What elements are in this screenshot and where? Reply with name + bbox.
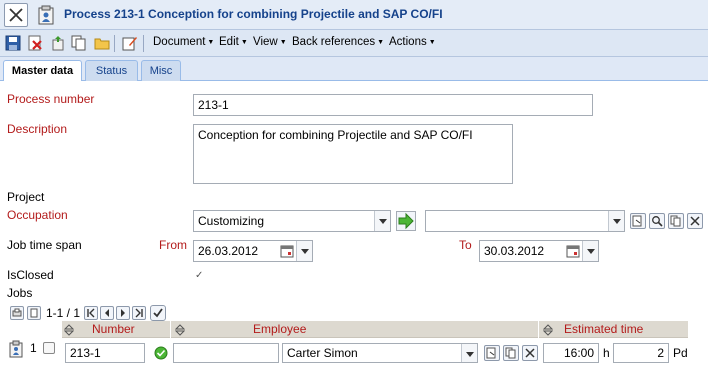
calendar-icon[interactable] bbox=[280, 244, 294, 258]
row-index: 1 bbox=[30, 341, 37, 355]
jobs-pager-text: 1-1 / 1 bbox=[46, 306, 81, 320]
menu-label: Document bbox=[153, 36, 206, 48]
delete-icon[interactable] bbox=[27, 35, 43, 51]
close-icon[interactable] bbox=[4, 3, 28, 27]
copy-employee-icon[interactable] bbox=[503, 345, 519, 361]
toolbar: Document ▼ Edit ▼ View ▼ Back references ▼ A… bbox=[0, 30, 708, 57]
clear-icon[interactable] bbox=[687, 213, 703, 229]
folder-icon[interactable] bbox=[94, 35, 110, 51]
menu-label: View bbox=[253, 36, 278, 48]
open-employee-icon[interactable] bbox=[484, 345, 500, 361]
job-time-span-label: Job time span bbox=[7, 238, 82, 252]
menu-edit[interactable]: Edit ▼ bbox=[219, 36, 248, 48]
time-unit-label: h bbox=[603, 346, 610, 360]
description-label: Description bbox=[7, 122, 68, 136]
next-page-icon[interactable] bbox=[116, 306, 130, 320]
estimated-days-input[interactable]: 2 bbox=[613, 343, 669, 363]
menu-label: Actions bbox=[389, 36, 427, 48]
tab-status[interactable]: Status bbox=[85, 60, 138, 81]
to-date-value: 30.03.2012 bbox=[484, 244, 545, 258]
sort-icon[interactable] bbox=[543, 324, 553, 336]
from-date-input[interactable]: 26.03.2012 bbox=[193, 240, 313, 262]
clear-employee-icon[interactable] bbox=[522, 345, 538, 361]
last-page-icon[interactable] bbox=[132, 306, 146, 320]
job-row-icon[interactable] bbox=[8, 340, 24, 358]
title-bar: Process 213-1 Conception for combining P… bbox=[0, 0, 708, 30]
check-circle-icon bbox=[154, 346, 168, 360]
print-icon[interactable] bbox=[10, 306, 24, 320]
process-number-input[interactable]: 213-1 bbox=[193, 94, 593, 116]
save-icon[interactable] bbox=[5, 35, 21, 51]
jobs-grid-header: Number Employee Estimated time bbox=[62, 321, 688, 338]
process-number-label: Process number bbox=[7, 92, 95, 106]
open-reference-icon[interactable] bbox=[630, 213, 646, 229]
copy-icon[interactable] bbox=[71, 35, 87, 51]
job-number-input[interactable]: 213-1 bbox=[65, 343, 145, 363]
column-estimated-time[interactable]: Estimated time bbox=[564, 322, 643, 336]
tab-strip: Master data Status Misc bbox=[0, 57, 708, 82]
column-divider bbox=[170, 321, 171, 338]
project-label: Project bbox=[7, 190, 45, 204]
process-icon bbox=[36, 5, 56, 25]
menu-back-references[interactable]: Back references ▼ bbox=[292, 36, 384, 48]
isclosed-label: IsClosed bbox=[7, 268, 54, 282]
edit-icon[interactable] bbox=[122, 35, 138, 51]
chevron-down-icon[interactable] bbox=[296, 241, 312, 261]
menu-document[interactable]: Document ▼ bbox=[153, 36, 214, 48]
from-date-value: 26.03.2012 bbox=[198, 244, 259, 258]
occupation-detail-select[interactable] bbox=[425, 210, 625, 232]
chevron-down-icon[interactable] bbox=[374, 211, 390, 231]
employee-value: Carter Simon bbox=[287, 346, 358, 360]
copy-reference-icon[interactable] bbox=[668, 213, 684, 229]
occupation-value: Customizing bbox=[198, 214, 265, 228]
chevron-down-icon[interactable] bbox=[582, 241, 598, 261]
confirm-check-icon[interactable] bbox=[150, 305, 166, 321]
arrow-right-icon[interactable] bbox=[396, 211, 416, 231]
chevron-down-icon[interactable] bbox=[461, 344, 477, 362]
employee-select[interactable]: Carter Simon bbox=[282, 343, 478, 363]
tab-master-data[interactable]: Master data bbox=[3, 60, 82, 82]
occupation-label: Occupation bbox=[7, 208, 68, 222]
isclosed-checkbox[interactable]: ✓ bbox=[195, 270, 203, 281]
toolbar-separator bbox=[143, 35, 144, 52]
sort-icon[interactable] bbox=[175, 324, 185, 336]
document-icon[interactable] bbox=[27, 306, 41, 320]
sort-icon[interactable] bbox=[64, 324, 74, 336]
menu-actions[interactable]: Actions ▼ bbox=[389, 36, 436, 48]
row-select-checkbox[interactable] bbox=[43, 342, 55, 354]
to-date-input[interactable]: 30.03.2012 bbox=[479, 240, 599, 262]
calendar-icon[interactable] bbox=[566, 244, 580, 258]
window-title: Process 213-1 Conception for combining P… bbox=[64, 7, 443, 21]
days-unit-label: Pd bbox=[673, 346, 688, 360]
new-record-icon[interactable] bbox=[50, 35, 66, 51]
from-label: From bbox=[159, 238, 187, 252]
menu-label: Back references bbox=[292, 36, 376, 48]
toolbar-separator bbox=[114, 35, 115, 52]
description-textarea[interactable]: Conception for combining Projectile and … bbox=[193, 124, 513, 184]
column-employee[interactable]: Employee bbox=[253, 322, 306, 336]
first-page-icon[interactable] bbox=[84, 306, 98, 320]
menu-label: Edit bbox=[219, 36, 239, 48]
column-divider bbox=[538, 321, 539, 338]
column-number[interactable]: Number bbox=[92, 322, 135, 336]
search-icon[interactable] bbox=[649, 213, 665, 229]
employee-code-input[interactable] bbox=[173, 343, 279, 363]
estimated-time-input[interactable]: 16:00 bbox=[543, 343, 599, 363]
to-label: To bbox=[459, 238, 472, 252]
jobs-label: Jobs bbox=[7, 286, 33, 300]
tab-misc[interactable]: Misc bbox=[141, 60, 181, 81]
occupation-select[interactable]: Customizing bbox=[193, 210, 391, 232]
chevron-down-icon[interactable] bbox=[608, 211, 624, 231]
previous-page-icon[interactable] bbox=[100, 306, 114, 320]
menu-view[interactable]: View ▼ bbox=[253, 36, 287, 48]
